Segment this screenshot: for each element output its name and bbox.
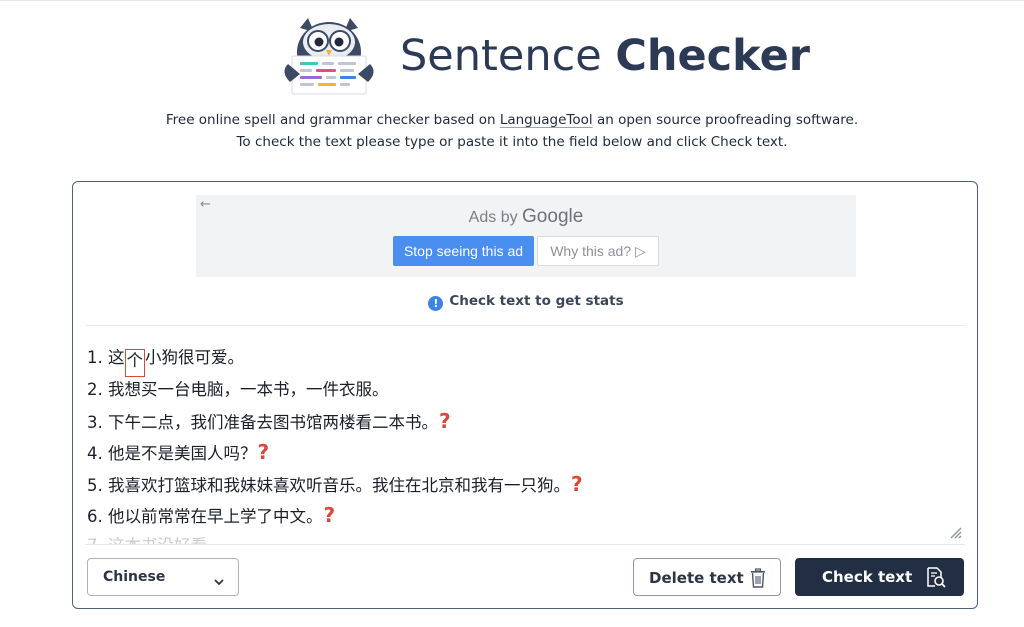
editor-line: 2. 我想买一台电脑，一本书，一件衣服。 xyxy=(87,379,389,401)
title-bold: Checker xyxy=(615,31,810,81)
line-text-post: 小狗很可爱。 xyxy=(145,348,244,367)
question-mark-icon[interactable]: ? xyxy=(324,503,336,527)
line-text: 5. 我喜欢打篮球和我妹妹喜欢听音乐。我住在北京和我有一只狗。 xyxy=(87,476,570,495)
info-icon: ! xyxy=(428,296,444,311)
editor-line: 3. 下午二点，我们准备去图书馆两楼看二本书。? xyxy=(87,410,451,434)
language-select[interactable]: Chinese xyxy=(87,558,239,596)
stop-seeing-ad-button[interactable]: Stop seeing this ad xyxy=(393,236,534,266)
language-value: Chinese xyxy=(103,569,166,585)
line-text: 6. 他以前常常在早上学了中文。 xyxy=(87,507,323,526)
editor-line: 1. 这个小狗很可爱。 xyxy=(87,347,244,377)
ads-by-prefix: Ads by xyxy=(468,209,523,226)
languagetool-link[interactable]: LanguageTool xyxy=(500,112,593,128)
app-title: Sentence Checker xyxy=(400,30,810,82)
owl-logo-icon[interactable] xyxy=(274,12,384,98)
line-text: 1. 这 xyxy=(87,348,125,367)
subtitle-line-1: Free online spell and grammar checker ba… xyxy=(0,110,1024,130)
ad-banner: ← Ads by Google Stop seeing this ad Why … xyxy=(196,195,856,277)
editor-line: 5. 我喜欢打篮球和我妹妹喜欢听音乐。我住在北京和我有一只狗。? xyxy=(87,473,583,497)
top-rule xyxy=(0,0,1024,1)
chevron-down-icon xyxy=(214,572,224,586)
editor-line: 4. 他是不是美国人吗？? xyxy=(87,441,269,465)
document-search-icon xyxy=(924,566,946,588)
question-mark-icon[interactable]: ? xyxy=(571,472,583,496)
subtitle-line-2: To check the text please type or paste i… xyxy=(236,134,788,150)
ads-by-brand: Google xyxy=(522,206,584,227)
resize-handle-icon[interactable] xyxy=(948,524,962,539)
bottom-divider xyxy=(85,544,965,545)
editor-line: 7. 这本书没好看 xyxy=(87,535,207,544)
subtitle-pre: Free online spell and grammar checker ba… xyxy=(165,112,500,128)
check-text-button[interactable]: Check text xyxy=(795,558,964,596)
question-mark-icon[interactable]: ? xyxy=(258,440,270,464)
delete-text-button[interactable]: Delete text xyxy=(633,558,781,596)
stats-message: ! Check text to get stats xyxy=(73,293,979,311)
why-this-ad-button[interactable]: Why this ad? ▷ xyxy=(537,236,659,266)
delete-label: Delete text xyxy=(649,569,744,587)
ads-by-label: Ads by Google xyxy=(196,206,856,228)
subtitle-post: an open source proofreading software. xyxy=(592,112,859,128)
stats-text: Check text to get stats xyxy=(449,293,624,309)
checker-card: ← Ads by Google Stop seeing this ad Why … xyxy=(72,181,978,609)
line-text: 3. 下午二点，我们准备去图书馆两楼看二本书。 xyxy=(87,413,438,432)
line-text: 2. 我想买一台电脑，一本书，一件衣服。 xyxy=(87,380,389,399)
line-text: 7. 这本书没好看 xyxy=(87,536,207,544)
text-editor[interactable]: 1. 这个小狗很可爱。 2. 我想买一台电脑，一本书，一件衣服。 3. 下午二点… xyxy=(85,326,965,544)
check-label: Check text xyxy=(822,568,913,586)
line-text: 4. 他是不是美国人吗？ xyxy=(87,444,257,463)
error-highlight[interactable]: 个 xyxy=(124,349,145,377)
editor-line: 6. 他以前常常在早上学了中文。? xyxy=(87,504,335,528)
title-light: Sentence xyxy=(400,31,602,81)
trash-icon xyxy=(749,568,767,588)
question-mark-icon[interactable]: ? xyxy=(439,409,451,433)
